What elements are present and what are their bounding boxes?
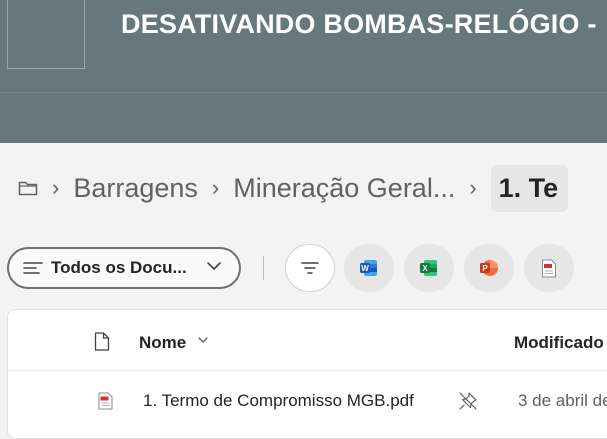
file-list-header: Nome Modificado <box>8 310 607 371</box>
column-header-name[interactable]: Nome <box>139 333 186 353</box>
powerpoint-icon: P <box>480 260 498 276</box>
view-selector[interactable]: Todos os Docu... <box>7 247 241 289</box>
pdf-icon <box>542 259 556 277</box>
file-type-icon[interactable] <box>94 332 110 351</box>
breadcrumb-separator: › <box>52 175 60 200</box>
banner-divider <box>0 92 607 93</box>
toolbar: Todos os Docu... W X P <box>0 244 607 292</box>
file-row[interactable]: 1. Termo de Compromisso MGB.pdf 3 de abr… <box>8 371 607 431</box>
view-selector-label: Todos os Docu... <box>51 258 187 277</box>
breadcrumb: › Barragens › Mineração Geral... › 1. Te <box>0 160 607 216</box>
pdf-file-icon <box>98 392 113 410</box>
svg-text:X: X <box>422 264 428 273</box>
sort-chevron-icon[interactable] <box>198 337 208 344</box>
site-title[interactable]: DESATIVANDO BOMBAS-RELÓGIO - <box>121 9 597 40</box>
breadcrumb-item-mineracao-geral[interactable]: Mineração Geral... <box>233 173 455 204</box>
svg-text:P: P <box>482 264 488 273</box>
new-powerpoint-button[interactable]: P <box>464 244 514 292</box>
site-banner: DESATIVANDO BOMBAS-RELÓGIO - <box>0 0 607 143</box>
breadcrumb-separator: › <box>469 175 477 200</box>
list-view-icon <box>23 262 43 274</box>
breadcrumb-current[interactable]: 1. Te <box>490 164 569 212</box>
word-icon: W <box>360 260 377 276</box>
column-header-modified[interactable]: Modificado <box>514 333 604 353</box>
new-excel-button[interactable]: X <box>404 244 454 292</box>
new-word-button[interactable]: W <box>344 244 394 292</box>
breadcrumb-separator: › <box>211 175 220 200</box>
file-list: Nome Modificado 1. Termo de Compromisso … <box>7 309 607 439</box>
new-pdf-button[interactable] <box>524 244 574 292</box>
chevron-down-icon <box>207 262 221 270</box>
pin-off-icon[interactable] <box>458 391 478 411</box>
svg-text:W: W <box>361 264 369 273</box>
filter-icon <box>301 262 319 274</box>
excel-icon: X <box>420 260 437 276</box>
file-name-link[interactable]: 1. Termo de Compromisso MGB.pdf <box>143 391 414 411</box>
filter-button[interactable] <box>285 244 335 292</box>
file-modified-date: 3 de abril de <box>518 391 607 410</box>
site-logo-placeholder[interactable] <box>7 0 85 69</box>
breadcrumb-item-barragens[interactable]: Barragens <box>73 173 198 204</box>
folder-icon[interactable] <box>18 180 38 196</box>
toolbar-divider <box>263 256 264 280</box>
